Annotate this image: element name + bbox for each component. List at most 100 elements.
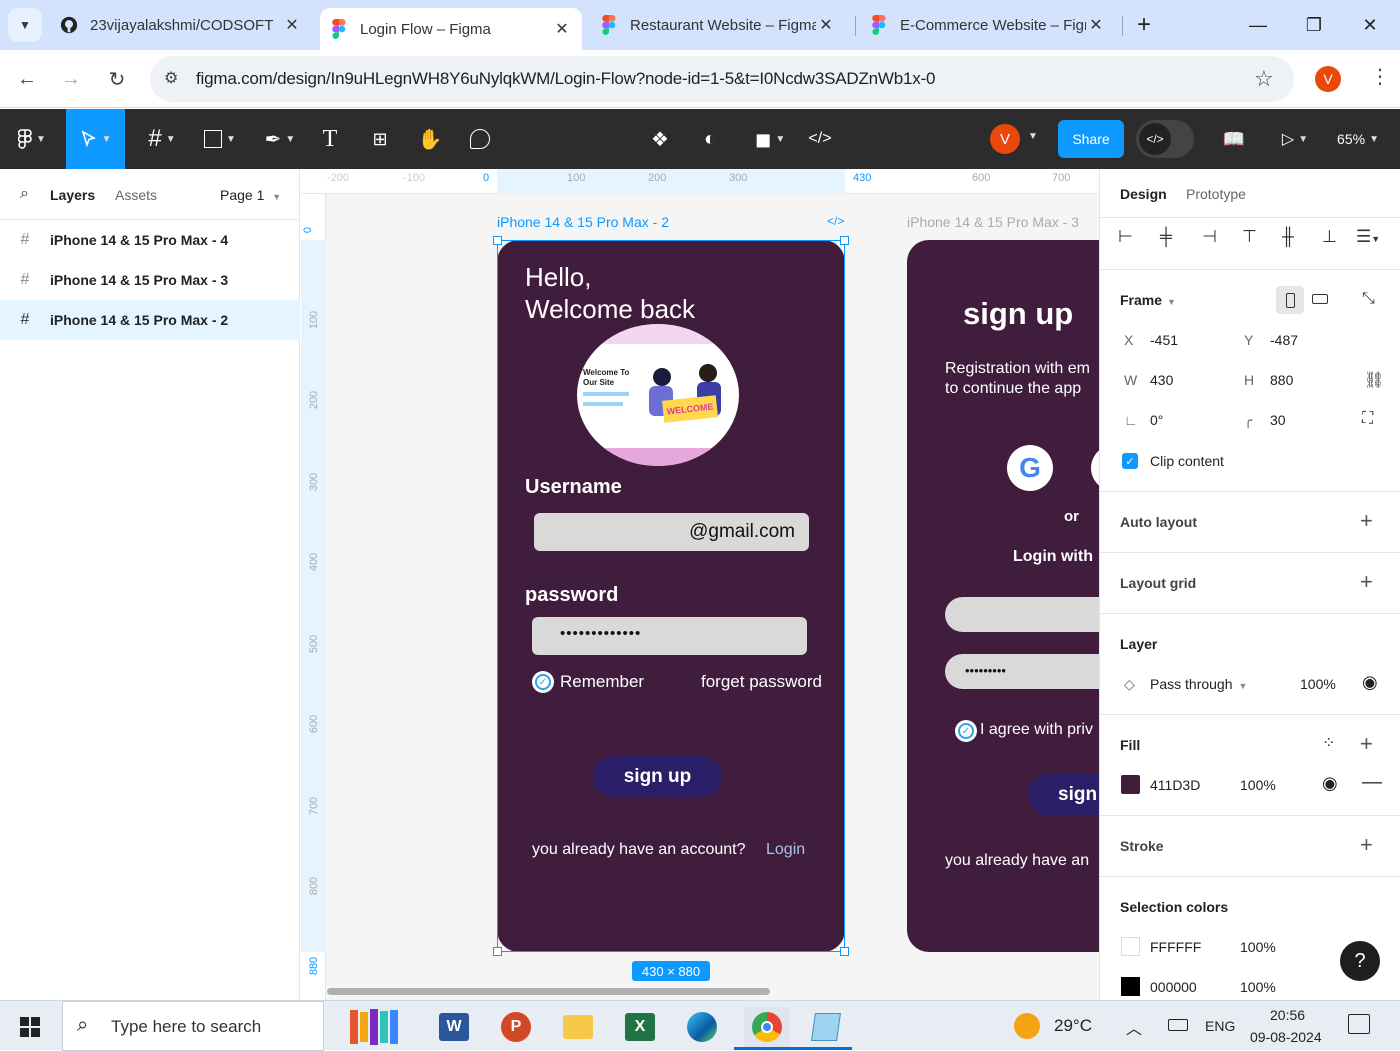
dev-mode-toggle[interactable]: </>	[1136, 120, 1194, 158]
share-button[interactable]: Share	[1058, 120, 1124, 158]
resize-to-fit-icon[interactable]: ⤡	[1362, 290, 1375, 308]
file-explorer-icon[interactable]	[558, 1007, 598, 1047]
align-left-icon[interactable]: ⊢	[1118, 227, 1133, 247]
excel-icon[interactable]: X	[620, 1007, 660, 1047]
align-top-icon[interactable]: ⊤	[1242, 227, 1257, 247]
selection-color-hex[interactable]: 000000	[1150, 979, 1197, 995]
text-tool[interactable]: T	[310, 109, 350, 169]
layer-frame-4[interactable]: # iPhone 14 & 15 Pro Max - 4	[0, 220, 300, 260]
forget-password-link[interactable]: forget password	[701, 672, 822, 692]
code-icon[interactable]: </>	[827, 214, 844, 228]
portrait-icon[interactable]	[1276, 286, 1304, 314]
comment-tool[interactable]	[460, 109, 500, 169]
site-settings-icon[interactable]: ⚙	[164, 68, 178, 88]
help-button[interactable]: ?	[1340, 941, 1380, 981]
blend-mode-select[interactable]: Pass through ▼	[1150, 676, 1247, 692]
tab-layers[interactable]: Layers	[50, 187, 95, 203]
eye-icon[interactable]: ◉	[1322, 773, 1338, 794]
boolean-tool[interactable]: ◼ ▼	[742, 109, 798, 169]
reload-button[interactable]: ↻	[100, 62, 134, 96]
agree-checkbox[interactable]: ✓	[955, 720, 977, 742]
selection-color-hex[interactable]: FFFFFF	[1150, 939, 1201, 955]
corner-radius-value[interactable]: 30	[1270, 412, 1286, 428]
browser-tab-ecommerce[interactable]: E-Commerce Website – Figma ✕	[860, 8, 1116, 42]
tab-prototype[interactable]: Prototype	[1186, 186, 1246, 202]
fill-swatch[interactable]	[1121, 775, 1140, 794]
chevron-up-icon[interactable]: ︿	[1126, 1015, 1142, 1039]
chevron-down-icon[interactable]: ▼	[1028, 131, 1038, 142]
signup-button[interactable]: sign	[1028, 774, 1099, 815]
browser-tab-login-flow[interactable]: Login Flow – Figma ✕	[320, 8, 582, 50]
username-input[interactable]: @gmail.com	[534, 513, 809, 551]
close-icon[interactable]: ✕	[816, 15, 836, 35]
restore-button[interactable]: ❐	[1294, 8, 1334, 42]
frame3-label[interactable]: iPhone 14 & 15 Pro Max - 3	[907, 214, 1079, 230]
page-selector[interactable]: Page 1 ▼	[220, 187, 281, 203]
frame-label[interactable]: Frame ▼	[1120, 292, 1176, 308]
eye-icon[interactable]: ◉	[1362, 672, 1378, 693]
plus-icon[interactable]: +	[1360, 508, 1373, 534]
shape-tool[interactable]: ▼	[192, 109, 248, 169]
star-icon[interactable]: ☆	[1254, 66, 1274, 92]
landscape-icon[interactable]	[1312, 294, 1328, 304]
independent-corners-icon[interactable]: ⛶	[1362, 410, 1373, 428]
close-window-button[interactable]: ✕	[1350, 8, 1390, 42]
close-icon[interactable]: ✕	[282, 15, 302, 35]
remember-checkbox[interactable]: ✓	[532, 671, 554, 693]
main-menu-button[interactable]: ▼	[0, 109, 64, 169]
fill-opacity[interactable]: 100%	[1240, 777, 1276, 793]
frame2-label[interactable]: iPhone 14 & 15 Pro Max - 2	[497, 214, 669, 230]
hand-tool[interactable]: ✋	[410, 109, 450, 169]
h-value[interactable]: 880	[1270, 372, 1293, 388]
color-swatch-white[interactable]	[1121, 937, 1140, 956]
tab-assets[interactable]: Assets	[115, 187, 157, 203]
frame-tool[interactable]: # ▼	[134, 109, 190, 169]
layer-opacity[interactable]: 100%	[1300, 676, 1336, 692]
mask-tool[interactable]: ◐	[690, 109, 730, 169]
new-tab-button[interactable]: +	[1124, 8, 1164, 42]
browser-tab-restaurant[interactable]: Restaurant Website – Figma ✕	[590, 8, 846, 42]
library-button[interactable]: 📖	[1214, 109, 1254, 169]
selection-color-opacity[interactable]: 100%	[1240, 939, 1276, 955]
pen-tool[interactable]: ✒ ▼	[252, 109, 308, 169]
word-icon[interactable]: W	[434, 1007, 474, 1047]
rotation-value[interactable]: 0°	[1150, 412, 1163, 428]
resize-handle[interactable]	[840, 947, 849, 956]
plus-icon[interactable]: +	[1360, 832, 1373, 858]
social-login-button[interactable]	[1091, 445, 1099, 491]
dev-code-tool[interactable]: </>	[800, 109, 840, 169]
component-tool[interactable]: ❖	[640, 109, 680, 169]
email-input[interactable]	[945, 597, 1099, 632]
password-input[interactable]: •••••••••••••	[532, 617, 807, 655]
clock-time[interactable]: 20:56	[1270, 1007, 1305, 1023]
search-icon[interactable]: ⌕	[20, 185, 29, 203]
plus-icon[interactable]: +	[1360, 569, 1373, 595]
clock-date[interactable]: 09-08-2024	[1250, 1029, 1322, 1045]
constrain-proportions-icon[interactable]: ⛓	[1364, 370, 1384, 390]
zoom-menu[interactable]: 65% ▼	[1326, 109, 1390, 169]
move-tool[interactable]: ▼	[66, 109, 125, 169]
minus-icon[interactable]: —	[1362, 771, 1382, 794]
back-button[interactable]: ←	[10, 62, 44, 96]
profile-avatar[interactable]: V	[1315, 66, 1341, 92]
frame-signup[interactable]: sign up Registration with em to continue…	[907, 240, 1099, 952]
notification-icon[interactable]	[1348, 1014, 1370, 1034]
google-login-button[interactable]: G	[1007, 445, 1053, 491]
align-center-v-icon[interactable]: ╫	[1282, 227, 1294, 247]
align-center-h-icon[interactable]: ╪	[1160, 227, 1172, 247]
x-value[interactable]: -451	[1150, 332, 1178, 348]
resize-handle[interactable]	[493, 236, 502, 245]
chrome-icon[interactable]	[744, 1007, 790, 1047]
battery-icon[interactable]	[1168, 1019, 1188, 1031]
close-icon[interactable]: ✕	[552, 19, 572, 39]
resize-handle[interactable]	[840, 236, 849, 245]
align-bottom-icon[interactable]: ⊥	[1322, 227, 1337, 247]
design-canvas[interactable]: -200 -100 0 100 200 300 430 600 700 0 10…	[301, 169, 1099, 1000]
color-swatch-black[interactable]	[1121, 977, 1140, 996]
distribute-icon[interactable]: ☰▼	[1356, 227, 1380, 247]
powerpoint-icon[interactable]: P	[496, 1007, 536, 1047]
taskbar-search[interactable]: ⌕ Type here to search	[62, 1001, 324, 1051]
tab-design[interactable]: Design	[1120, 186, 1167, 202]
weather-widget[interactable]: 29°C	[1014, 1011, 1092, 1041]
clip-content-checkbox[interactable]: ✓	[1122, 453, 1138, 469]
